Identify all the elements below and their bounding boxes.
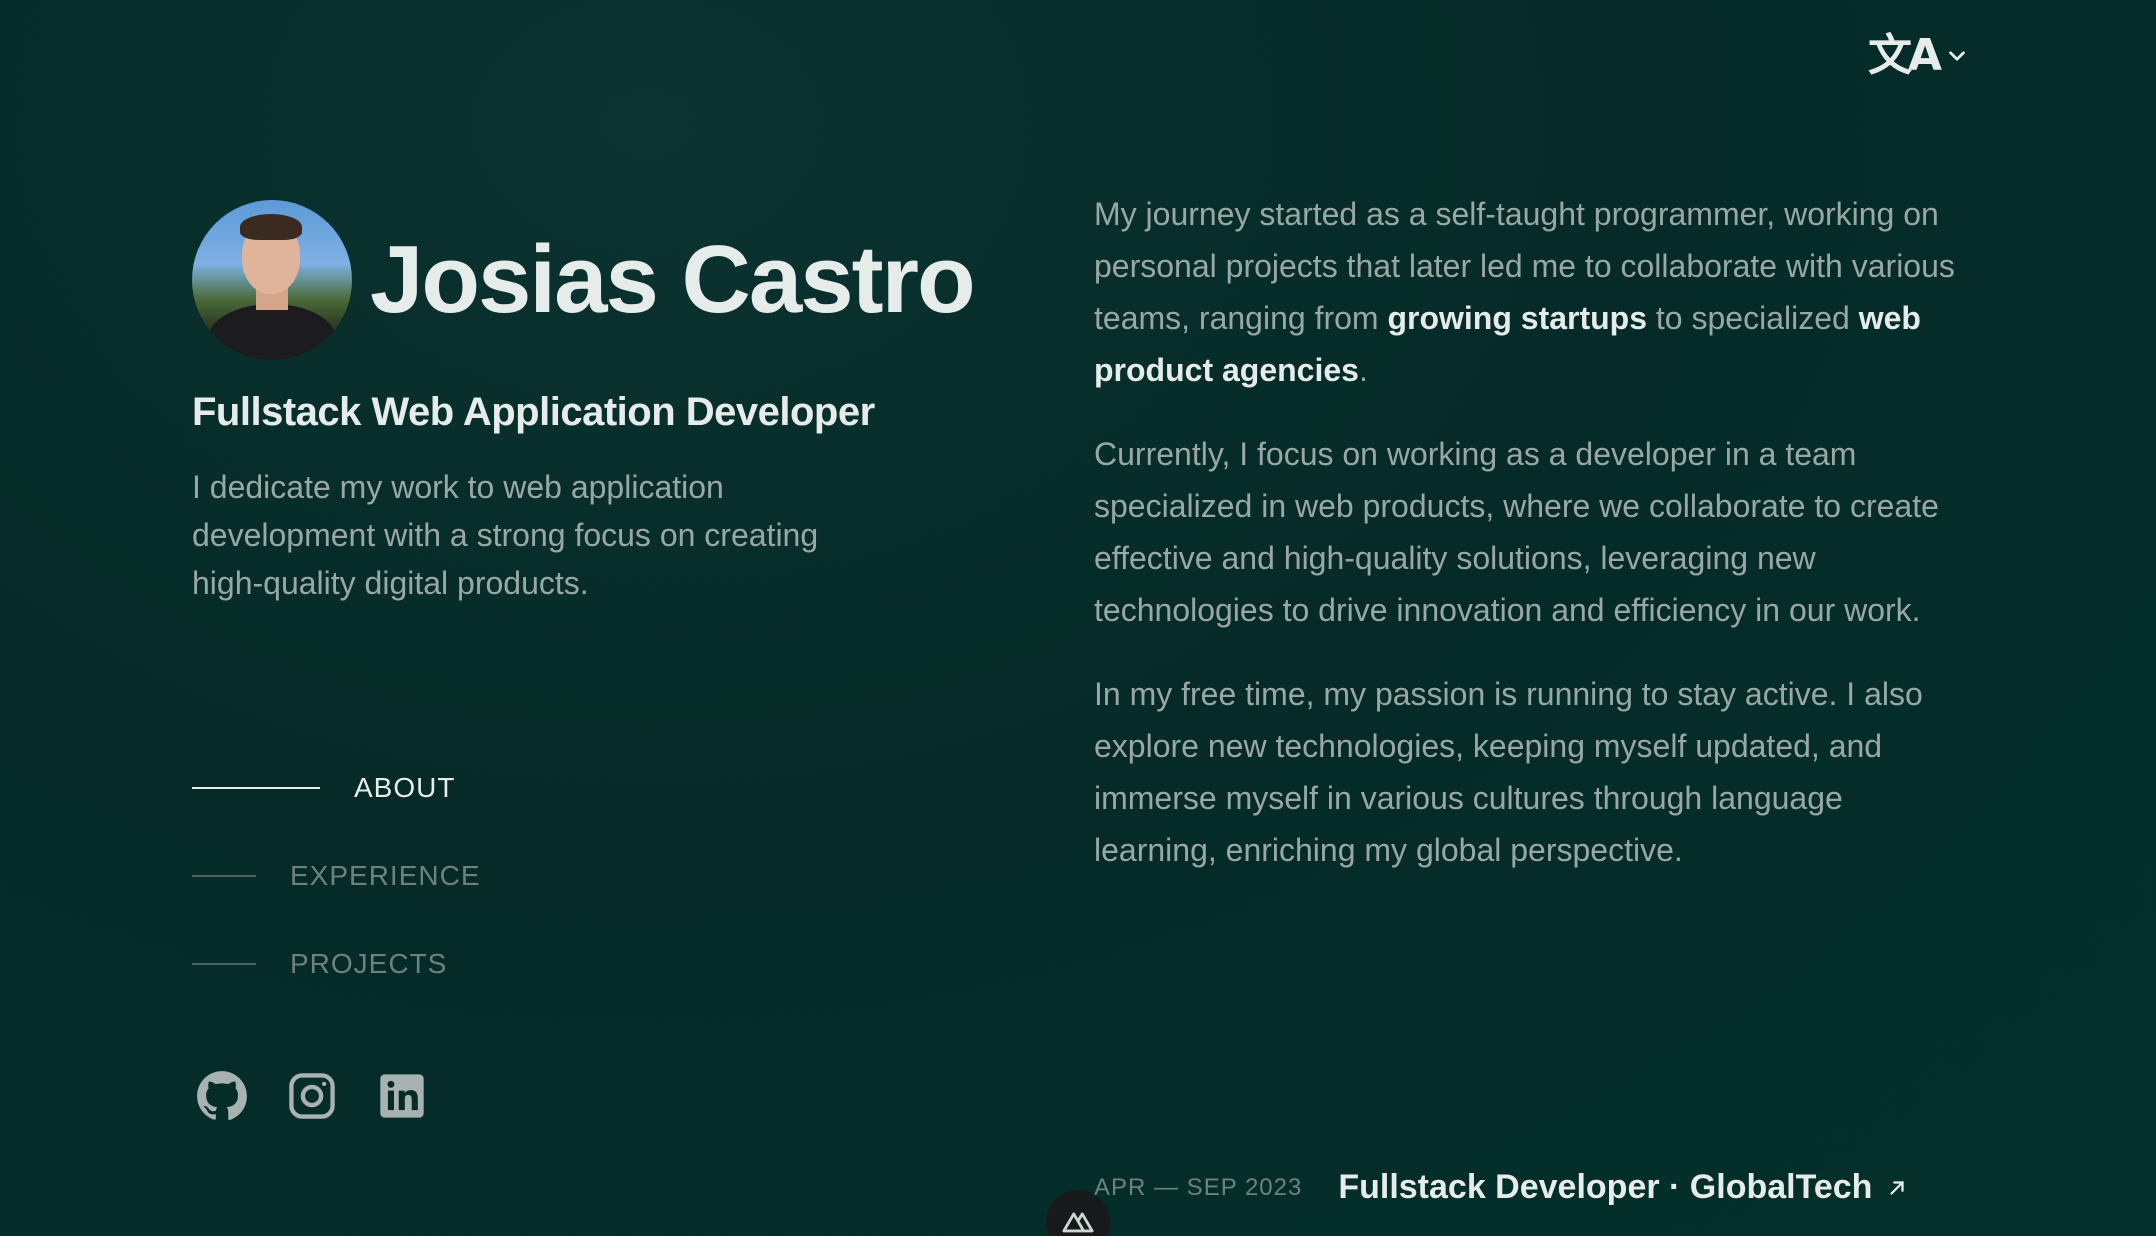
nuxt-icon (1062, 1212, 1094, 1233)
linkedin-icon (380, 1074, 424, 1118)
nav-item-about[interactable]: ABOUT (192, 768, 481, 808)
arrow-up-right-icon (1890, 1180, 1905, 1195)
nav-indicator-line (192, 963, 256, 965)
nav-indicator-line (192, 787, 320, 789)
about-text: . (1358, 352, 1368, 388)
profile-section: Josias Castro Fullstack Web Application … (192, 200, 992, 607)
github-link[interactable] (196, 1070, 248, 1122)
social-links (196, 1070, 428, 1122)
instagram-icon (289, 1073, 335, 1119)
chevron-down-icon (1949, 51, 1965, 61)
profile-tagline: I dedicate my work to web application de… (192, 469, 819, 601)
instagram-link[interactable] (286, 1070, 338, 1122)
experience-title-link[interactable]: Fullstack Developer · GlobalTech (1338, 1168, 1908, 1207)
profile-role: Fullstack Web Application Developer (192, 390, 875, 434)
github-icon (197, 1071, 247, 1120)
about-paragraph-3: In my free time, my passion is running t… (1094, 676, 1923, 868)
translate-icon: 文A (1868, 30, 1942, 81)
highlight-growing-startups: growing startups (1387, 300, 1648, 336)
name-row: Josias Castro (192, 200, 992, 360)
linkedin-link[interactable] (376, 1070, 428, 1122)
section-nav: ABOUT EXPERIENCE PROJECTS (192, 768, 481, 1032)
about-section: My journey started as a self-taught prog… (1094, 188, 1974, 908)
about-paragraph-2: Currently, I focus on working as a devel… (1094, 436, 1939, 628)
nav-item-label: EXPERIENCE (290, 860, 481, 891)
nav-item-projects[interactable]: PROJECTS (192, 944, 481, 984)
nav-item-label: ABOUT (354, 772, 456, 803)
nav-item-label: PROJECTS (290, 948, 448, 979)
language-switcher[interactable]: 文A (1868, 34, 1970, 78)
experience-title: Fullstack Developer · GlobalTech (1338, 1168, 1873, 1206)
nav-indicator-line (192, 875, 256, 877)
about-paragraph-1: My journey started as a self-taught prog… (1094, 188, 1974, 396)
about-text: to specialized (1647, 300, 1859, 336)
experience-item[interactable]: APR — SEP 2023 Fullstack Developer · Glo… (1094, 1168, 1908, 1207)
avatar (192, 200, 352, 360)
experience-date: APR — SEP 2023 (1094, 1173, 1303, 1201)
profile-name: Josias Castro (370, 226, 976, 333)
nav-item-experience[interactable]: EXPERIENCE (192, 856, 481, 896)
